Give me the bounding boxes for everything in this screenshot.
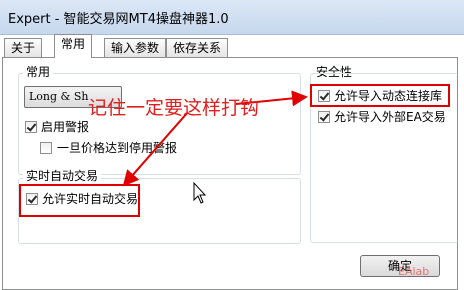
- tab-about[interactable]: 关于: [4, 38, 43, 57]
- allow-dll-label: 允许导入动态连接库: [334, 89, 443, 103]
- disable-alert-once-checkbox[interactable]: [40, 142, 52, 154]
- enable-alerts-label: 启用警报: [41, 120, 90, 134]
- window-title: Expert - 智能交易网MT4操盘神器1.0: [8, 12, 229, 27]
- watermark: EAlab: [398, 265, 430, 278]
- allow-external-checkbox[interactable]: [318, 111, 330, 123]
- allow-external-label: 允许导入外部EA交易: [334, 110, 446, 124]
- allow-dll-checkbox[interactable]: [318, 90, 330, 102]
- annotation-text: 记住一定要这样打钩: [88, 97, 260, 119]
- dropdown-value: Long & Sh: [29, 90, 89, 103]
- allow-live-trading-label: 允许实时自动交易: [42, 192, 139, 206]
- tab-bar: 关于 常用 输入参数 依存关系: [0, 34, 464, 58]
- tab-inputs[interactable]: 输入参数: [104, 38, 167, 57]
- disable-alert-once-label: 一旦价格达到停用警报: [57, 141, 178, 155]
- expert-dialog: Expert - 智能交易网MT4操盘神器1.0 关于 常用 输入参数 依存关系…: [0, 0, 464, 290]
- tab-common[interactable]: 常用: [54, 34, 93, 58]
- enable-alerts-checkbox[interactable]: [25, 121, 37, 133]
- common-group-title: 常用: [23, 65, 54, 79]
- tab-dependencies[interactable]: 依存关系: [166, 38, 229, 57]
- title-bar: Expert - 智能交易网MT4操盘神器1.0: [0, 0, 464, 35]
- live-trading-group-title: 实时自动交易: [23, 169, 102, 183]
- allow-live-trading-checkbox[interactable]: [26, 193, 38, 205]
